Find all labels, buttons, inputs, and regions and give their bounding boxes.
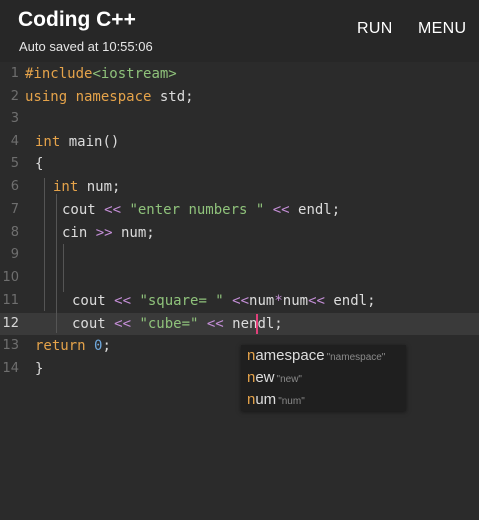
indent-guide <box>56 194 57 333</box>
indent-guide <box>63 244 64 292</box>
run-button[interactable]: RUN <box>357 20 393 38</box>
code-text: ; <box>102 338 111 354</box>
code-line: int num; <box>53 176 120 198</box>
line-number-gutter: 1 2 3 4 5 6 7 8 9 10 11 12 13 14 <box>0 62 22 520</box>
menu-button[interactable]: MENU <box>418 20 466 38</box>
code-line: #include<iostream> <box>25 63 177 85</box>
line-number: 7 <box>10 202 19 217</box>
autocomplete-item-num[interactable]: num "num" <box>247 389 305 411</box>
line-number: 11 <box>2 293 19 308</box>
line-number-active: 12 <box>2 316 19 331</box>
code-line: } <box>35 358 43 380</box>
line-number: 9 <box>10 247 19 262</box>
operator: << <box>114 316 132 332</box>
line-number: 10 <box>2 270 19 285</box>
operator: >> <box>95 225 113 241</box>
line-number: 8 <box>10 225 19 240</box>
code-line: cout << "enter numbers " << endl; <box>62 199 340 221</box>
code-editor[interactable]: 1 2 3 4 5 6 7 8 9 10 11 12 13 14 #includ… <box>0 62 479 520</box>
line-number: 1 <box>10 66 19 81</box>
operator: << <box>206 316 224 332</box>
suggestion-rest: amespace <box>255 347 325 364</box>
indent-guide <box>44 178 45 311</box>
autocomplete-popup: namespace "namespace" new "new" num "num" <box>241 345 406 411</box>
suggestion-word: namespace <box>247 347 325 364</box>
suggestion-rest: ew <box>255 369 275 386</box>
line-number: 2 <box>10 89 19 104</box>
code-text: cout <box>62 202 105 218</box>
code-text: num <box>249 293 275 309</box>
operator: << <box>114 293 132 309</box>
code-text: cout <box>72 316 115 332</box>
code-line: { <box>35 153 43 175</box>
string-literal: "square= " <box>131 293 233 309</box>
suggestion-word: num <box>247 391 276 408</box>
code-line: return 0; <box>35 335 111 357</box>
code-line: int main() <box>35 131 119 153</box>
keyword: return <box>35 338 86 354</box>
code-text: { <box>35 156 44 172</box>
code-text: std; <box>151 89 194 105</box>
header-name: <iostream> <box>92 66 177 82</box>
code-line-current: cout << "cube=" << nendl; <box>72 313 283 335</box>
code-text: num; <box>78 179 121 195</box>
line-number: 13 <box>2 338 19 353</box>
text-cursor <box>256 314 258 334</box>
suggestion-hint: "namespace" <box>326 352 386 363</box>
suggestion-word: new <box>247 369 275 386</box>
line-number: 14 <box>2 361 19 376</box>
keyword: int <box>53 179 79 195</box>
line-number: 5 <box>10 156 19 171</box>
app-bar: Coding C++ Auto saved at 10:55:06 RUN ME… <box>0 0 479 62</box>
code-text: } <box>35 361 44 377</box>
line-number: 6 <box>10 179 19 194</box>
code-line: cin >> num; <box>62 222 155 244</box>
preprocessor-directive: #include <box>25 66 93 82</box>
code-text: cin <box>62 225 96 241</box>
suggestion-rest: um <box>255 391 277 408</box>
app-title: Coding C++ <box>18 8 136 31</box>
suggestion-hint: "new" <box>276 374 302 385</box>
code-line: cout << "square= " <<num*num<< endl; <box>72 290 376 312</box>
line-number: 3 <box>10 111 19 126</box>
code-text: cout <box>72 293 115 309</box>
autosave-status: Auto saved at 10:55:06 <box>19 39 153 54</box>
string-literal: "enter numbers " <box>121 202 273 218</box>
code-text: endl; <box>289 202 341 218</box>
operator: << <box>104 202 122 218</box>
keyword: using namespace <box>25 89 152 105</box>
code-text: main() <box>60 134 120 150</box>
string-literal: "cube=" <box>131 316 207 332</box>
operator: << <box>232 293 250 309</box>
operator: << <box>308 293 325 309</box>
line-number: 4 <box>10 134 19 149</box>
code-text: num <box>282 293 309 309</box>
code-text: endl; <box>324 293 376 309</box>
code-text: num; <box>112 225 155 241</box>
keyword: int <box>35 134 61 150</box>
suggestion-hint: "num" <box>278 396 305 407</box>
autocomplete-item-new[interactable]: new "new" <box>247 367 302 389</box>
code-line: using namespace std; <box>25 86 194 108</box>
code-text: nendl; <box>223 316 283 332</box>
operator: * <box>274 293 283 309</box>
operator: << <box>272 202 290 218</box>
autocomplete-item-namespace[interactable]: namespace "namespace" <box>247 345 385 367</box>
